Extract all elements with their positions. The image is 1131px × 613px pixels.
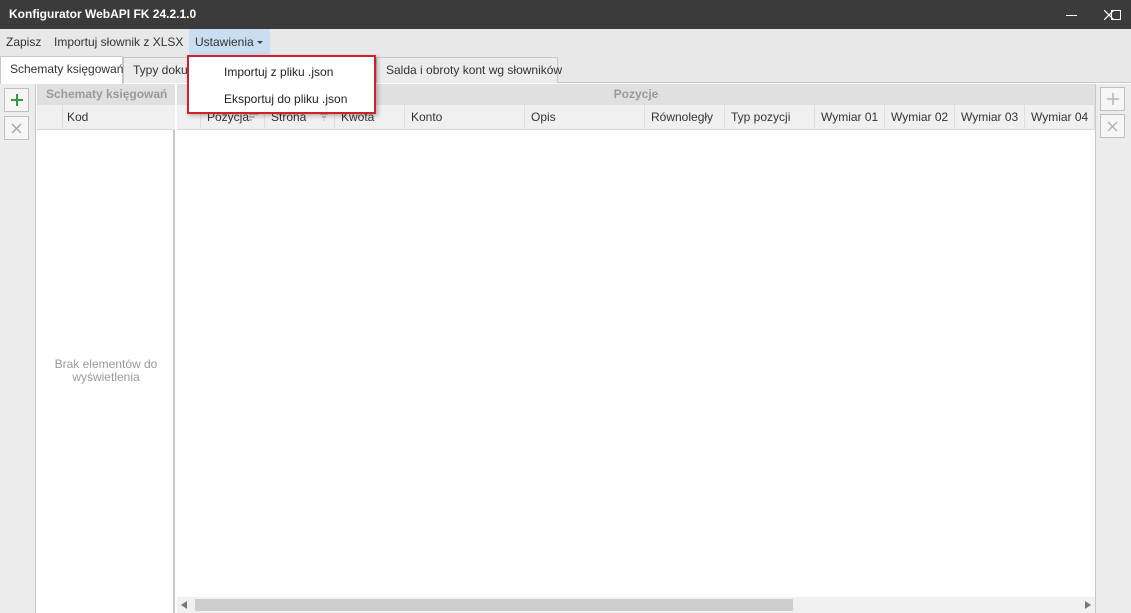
sort-icon: [249, 113, 258, 121]
positions-panel: Pozycje Pozycja Strona Kwota Konto Opis …: [177, 84, 1095, 613]
schemes-panel: Schematy księgowań Kod Brak elementów do…: [37, 84, 175, 613]
column-header-account[interactable]: Konto: [405, 105, 525, 130]
column-header-description[interactable]: Opis: [525, 105, 645, 130]
menu-settings-label: Ustawienia: [195, 35, 254, 49]
row-indicator-header: [37, 105, 63, 130]
menu-save[interactable]: Zapisz: [0, 29, 47, 55]
empty-state-text: Brak elementów do wyświetlenia: [37, 358, 175, 384]
tab-posting-schemes[interactable]: Schematy księgowań: [0, 56, 123, 84]
add-position-button[interactable]: [1100, 87, 1125, 111]
tab-account-balances[interactable]: Salda i obroty kont wg słowników: [376, 57, 562, 83]
column-header-parallel[interactable]: Równoległy: [645, 105, 725, 130]
arrow-right-icon: [1085, 601, 1091, 609]
schemes-panel-title: Schematy księgowań: [37, 84, 175, 105]
empty-text-line2: wyświetlenia: [72, 370, 140, 384]
plus-icon: [10, 94, 23, 106]
menu-bar: Zapisz Importuj słownik z XLSX Ustawieni…: [0, 29, 1131, 55]
menu-settings[interactable]: Ustawienia: [189, 29, 270, 55]
delete-scheme-button[interactable]: [4, 116, 29, 140]
column-header-dimension-01[interactable]: Wymiar 01: [815, 105, 885, 130]
delete-position-button[interactable]: [1100, 114, 1125, 138]
menu-item-export-json[interactable]: Eksportuj do pliku .json: [224, 89, 347, 109]
menu-import-xlsx[interactable]: Importuj słownik z XLSX: [48, 29, 189, 55]
column-header-code[interactable]: Kod: [63, 105, 175, 130]
tab-bar: Schematy księgowań Typy dokumentów Salda…: [0, 55, 1131, 84]
horizontal-scrollbar[interactable]: [177, 597, 1095, 613]
menu-item-import-json[interactable]: Importuj z pliku .json: [224, 62, 333, 82]
column-header-position-type[interactable]: Typ pozycji: [725, 105, 815, 130]
scrollbar-thumb[interactable]: [195, 599, 793, 611]
column-header-dimension-03[interactable]: Wymiar 03: [955, 105, 1025, 130]
settings-dropdown-menu: Importuj z pliku .json Eksportuj do plik…: [187, 55, 376, 114]
left-action-strip: [0, 84, 36, 613]
add-scheme-button[interactable]: [4, 88, 29, 112]
close-icon: [1104, 9, 1114, 20]
column-header-dimension-02[interactable]: Wymiar 02: [885, 105, 955, 130]
plus-icon: [1106, 93, 1119, 105]
x-icon: [11, 122, 22, 134]
column-header-dimension-04[interactable]: Wymiar 04: [1025, 105, 1095, 130]
chevron-down-icon: [256, 41, 263, 45]
title-bar: Konfigurator WebAPI FK 24.2.1.0: [0, 0, 1131, 29]
window-title: Konfigurator WebAPI FK 24.2.1.0: [9, 7, 197, 21]
filter-icon: [320, 113, 328, 121]
arrow-left-icon: [181, 601, 187, 609]
close-control[interactable]: [1087, 0, 1131, 29]
right-action-strip: [1095, 84, 1131, 613]
x-icon: [1107, 120, 1118, 132]
